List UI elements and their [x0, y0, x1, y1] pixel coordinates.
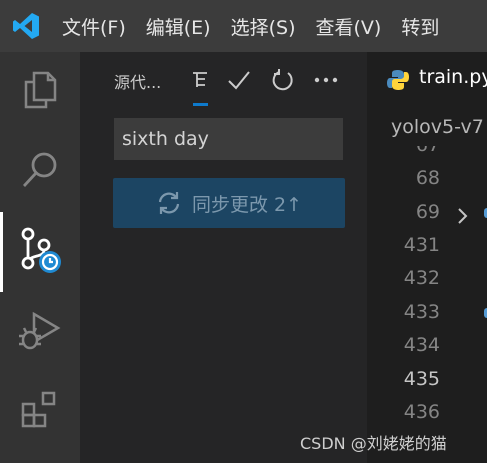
- search-icon: [20, 150, 60, 194]
- menu-edit[interactable]: 编辑(E): [136, 13, 221, 40]
- line-number: 432: [403, 267, 440, 289]
- explorer-button[interactable]: [0, 52, 80, 132]
- panel-title: 源代...: [114, 73, 162, 92]
- sync-button-label: 同步更改 2↑: [191, 193, 303, 216]
- commit-check-icon[interactable]: [224, 65, 254, 95]
- line-number: 67: [367, 146, 440, 156]
- menu-file[interactable]: 文件(F): [52, 13, 136, 40]
- current-line-number: 435: [403, 368, 440, 390]
- search-button[interactable]: [0, 132, 80, 212]
- title-bar: 文件(F) 编辑(E) 选择(S) 查看(V) 转到: [0, 0, 487, 52]
- run-debug-icon: [18, 308, 62, 356]
- commit-message-input[interactable]: sixth day: [114, 118, 343, 160]
- source-control-icon: [17, 225, 63, 279]
- refresh-icon[interactable]: [268, 65, 298, 95]
- tab-train-py[interactable]: train.py: [419, 66, 487, 88]
- source-control-button[interactable]: [0, 212, 80, 292]
- editor-tab-bar: train.py: [367, 52, 487, 108]
- menu-selection[interactable]: 选择(S): [221, 13, 306, 40]
- line-number: 436: [403, 401, 440, 423]
- extensions-button[interactable]: [0, 372, 80, 452]
- menu-bar: 文件(F) 编辑(E) 选择(S) 查看(V) 转到: [52, 0, 449, 52]
- activity-bar: [0, 52, 80, 463]
- sync-changes-button[interactable]: 同步更改 2↑: [113, 178, 345, 228]
- line-number: 69: [415, 201, 440, 223]
- breadcrumb: yolov5-v7: [367, 108, 487, 147]
- line-number: 434: [403, 334, 440, 356]
- line-number: 68: [415, 167, 440, 189]
- menu-view[interactable]: 查看(V): [306, 13, 392, 40]
- active-view-indicator: [193, 103, 208, 106]
- sync-icon: [156, 191, 182, 215]
- chevron-right-icon[interactable]: [455, 207, 469, 229]
- more-actions-icon[interactable]: [311, 65, 341, 95]
- python-file-icon: [387, 69, 409, 95]
- line-number: 431: [403, 234, 440, 256]
- extensions-icon: [20, 390, 60, 434]
- view-as-tree-icon[interactable]: [185, 65, 215, 95]
- editor-gutter: 67 68 69 431 432 433 434 435 436: [367, 146, 487, 463]
- menu-go[interactable]: 转到: [391, 13, 449, 40]
- files-icon: [21, 70, 59, 114]
- breadcrumb-folder[interactable]: yolov5-v7: [391, 116, 484, 138]
- source-control-panel: 源代... sixth day 同步更改 2↑: [80, 52, 367, 463]
- vscode-logo-icon: [0, 0, 52, 52]
- watermark: CSDN @刘姥姥的猫: [300, 434, 447, 453]
- run-debug-button[interactable]: [0, 292, 80, 372]
- line-number: 433: [403, 301, 440, 323]
- panel-header: 源代...: [80, 52, 367, 108]
